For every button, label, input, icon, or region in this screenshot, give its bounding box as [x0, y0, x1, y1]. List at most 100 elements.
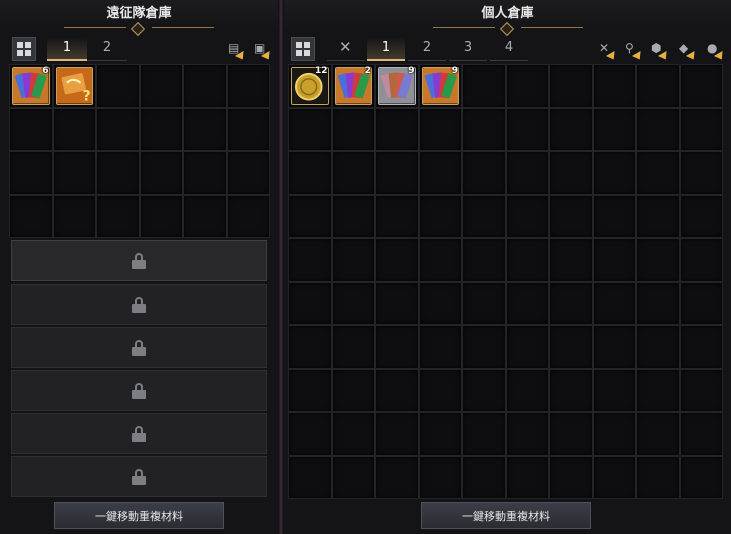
inventory-slot[interactable]: [636, 325, 680, 369]
inventory-slot[interactable]: 9: [418, 64, 462, 108]
inventory-slot[interactable]: [462, 64, 506, 108]
inventory-slot[interactable]: [636, 412, 680, 456]
inventory-slot[interactable]: [288, 455, 332, 499]
combat-deposit-icon[interactable]: ✕: [597, 40, 619, 63]
inventory-slot[interactable]: [418, 194, 462, 238]
inventory-slot[interactable]: [592, 238, 636, 282]
inventory-slot[interactable]: [139, 151, 183, 195]
inventory-slot[interactable]: [592, 325, 636, 369]
inventory-slot[interactable]: [418, 281, 462, 325]
inventory-slot[interactable]: [592, 194, 636, 238]
inventory-slot[interactable]: 2: [331, 64, 375, 108]
inventory-slot[interactable]: [375, 151, 419, 195]
inventory-slot[interactable]: [505, 194, 549, 238]
inventory-slot[interactable]: [592, 64, 636, 108]
inventory-slot[interactable]: [375, 194, 419, 238]
locked-row[interactable]: [11, 456, 267, 497]
tab-combat[interactable]: ✕: [327, 37, 365, 61]
inventory-slot[interactable]: [505, 455, 549, 499]
inventory-slot[interactable]: [592, 412, 636, 456]
inventory-slot[interactable]: [96, 64, 140, 108]
inventory-slot[interactable]: [462, 238, 506, 282]
inventory-slot[interactable]: [183, 107, 227, 151]
inventory-slot[interactable]: [679, 281, 723, 325]
inventory-slot[interactable]: [331, 325, 375, 369]
inventory-slot[interactable]: [679, 325, 723, 369]
inventory-slot[interactable]: [418, 412, 462, 456]
inventory-slot[interactable]: [226, 64, 270, 108]
inventory-slot[interactable]: [592, 107, 636, 151]
gem-deposit-icon[interactable]: ⬢: [649, 40, 671, 63]
misc-deposit-icon[interactable]: ●: [705, 40, 727, 63]
inventory-slot[interactable]: [331, 412, 375, 456]
inventory-slot[interactable]: [462, 194, 506, 238]
inventory-slot[interactable]: [183, 151, 227, 195]
inventory-slot[interactable]: [139, 107, 183, 151]
inventory-slot[interactable]: [636, 151, 680, 195]
inventory-slot[interactable]: [139, 64, 183, 108]
inventory-slot[interactable]: [462, 368, 506, 412]
card-pack-question-icon[interactable]: ?: [55, 67, 93, 105]
move-duplicate-materials-button[interactable]: 一鍵移動重複材料: [54, 502, 224, 529]
grid-view-button[interactable]: [291, 37, 315, 61]
inventory-slot[interactable]: [375, 412, 419, 456]
inventory-slot[interactable]: [52, 107, 96, 151]
inventory-slot[interactable]: [288, 412, 332, 456]
inventory-slot[interactable]: [226, 151, 270, 195]
inventory-slot[interactable]: [418, 238, 462, 282]
inventory-slot[interactable]: [679, 412, 723, 456]
inventory-slot[interactable]: [375, 107, 419, 151]
inventory-slot[interactable]: [462, 151, 506, 195]
inventory-slot[interactable]: [679, 151, 723, 195]
inventory-slot[interactable]: [549, 368, 593, 412]
inventory-slot[interactable]: [288, 107, 332, 151]
inventory-slot[interactable]: [331, 281, 375, 325]
inventory-slot[interactable]: [679, 368, 723, 412]
inventory-slot[interactable]: [636, 455, 680, 499]
inventory-slot[interactable]: [679, 107, 723, 151]
inventory-slot[interactable]: [375, 238, 419, 282]
inventory-slot[interactable]: [462, 107, 506, 151]
inventory-slot[interactable]: [679, 194, 723, 238]
inventory-slot[interactable]: [549, 151, 593, 195]
inventory-slot[interactable]: [418, 151, 462, 195]
inventory-slot[interactable]: [462, 412, 506, 456]
tab-2[interactable]: 2: [408, 37, 446, 61]
inventory-slot[interactable]: [549, 281, 593, 325]
inventory-slot[interactable]: [9, 194, 53, 238]
tool-deposit-icon[interactable]: ⚲: [623, 40, 645, 63]
inventory-slot[interactable]: [679, 455, 723, 499]
tab-1[interactable]: 1: [367, 37, 405, 61]
inventory-slot[interactable]: 6: [9, 64, 53, 108]
locked-row[interactable]: [11, 370, 267, 411]
inventory-slot[interactable]: [462, 455, 506, 499]
inventory-slot[interactable]: [375, 325, 419, 369]
inventory-slot[interactable]: [288, 281, 332, 325]
inventory-slot[interactable]: [52, 194, 96, 238]
inventory-slot[interactable]: [505, 412, 549, 456]
inventory-slot[interactable]: [636, 107, 680, 151]
tab-1[interactable]: 1: [47, 37, 87, 61]
inventory-slot[interactable]: [505, 107, 549, 151]
inventory-slot[interactable]: [549, 194, 593, 238]
inventory-slot[interactable]: [331, 238, 375, 282]
inventory-slot[interactable]: [549, 455, 593, 499]
inventory-slot[interactable]: [331, 455, 375, 499]
inventory-slot[interactable]: [288, 368, 332, 412]
inventory-slot[interactable]: [636, 368, 680, 412]
inventory-slot[interactable]: [636, 281, 680, 325]
inventory-slot[interactable]: [331, 194, 375, 238]
inventory-slot[interactable]: [505, 325, 549, 369]
inventory-slot[interactable]: 12: [288, 64, 332, 108]
inventory-slot[interactable]: [288, 238, 332, 282]
inventory-slot[interactable]: [226, 107, 270, 151]
inventory-slot[interactable]: [636, 64, 680, 108]
inventory-slot[interactable]: [592, 281, 636, 325]
inventory-slot[interactable]: [462, 325, 506, 369]
grid-view-button[interactable]: [12, 37, 36, 61]
inventory-slot[interactable]: [288, 151, 332, 195]
inventory-slot[interactable]: [96, 194, 140, 238]
inventory-slot[interactable]: [505, 64, 549, 108]
inventory-slot[interactable]: [549, 325, 593, 369]
inventory-slot[interactable]: [505, 151, 549, 195]
